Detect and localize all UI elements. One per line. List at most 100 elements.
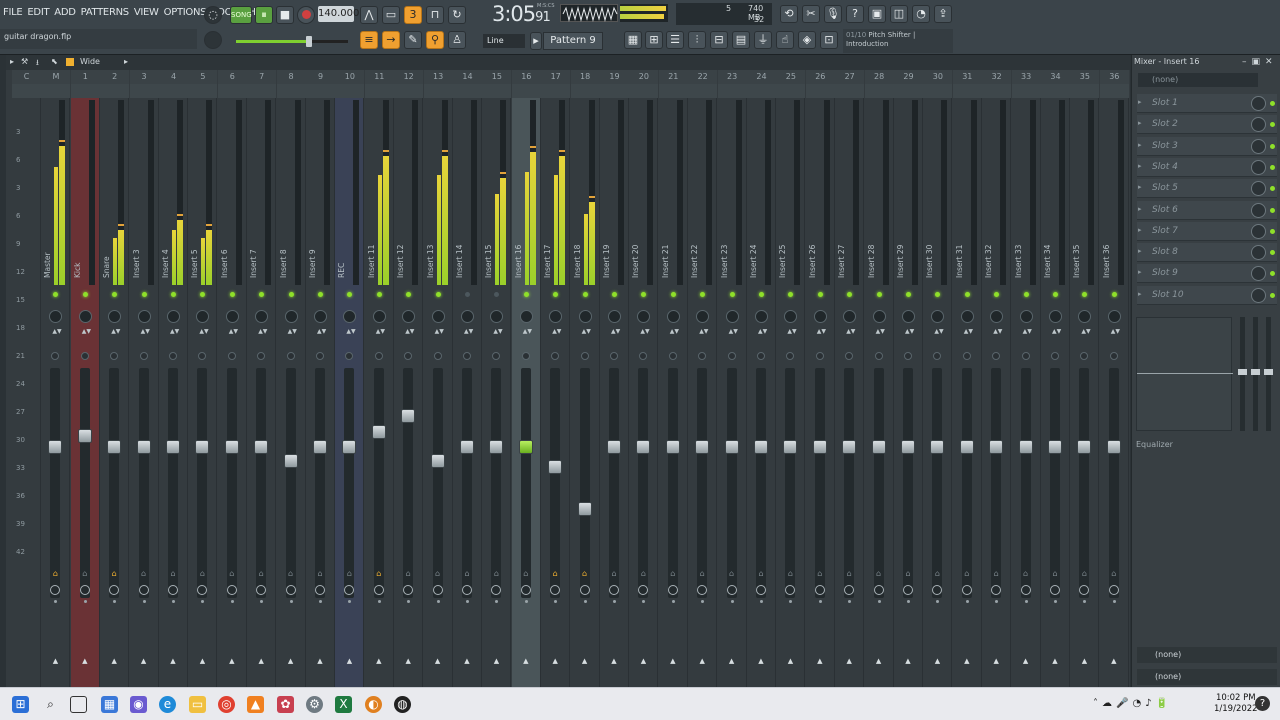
route-arrow-icon[interactable]: ▲ [757, 658, 765, 665]
pan-knob[interactable] [931, 310, 945, 323]
fader-track[interactable] [168, 368, 178, 598]
stop-button[interactable]: ■ [276, 6, 294, 24]
mute-led-icon[interactable] [465, 292, 470, 297]
mixer-strip[interactable]: 24 Insert 24 ▲▼ ⌂ ▲ [747, 70, 776, 687]
mixer-strip[interactable]: 28 Insert 28 ▲▼ ⌂ ▲ [864, 70, 894, 687]
fader-track[interactable] [432, 368, 443, 598]
mixer-strip[interactable]: 19 Insert 19 ▲▼ ⌂ ▲ [600, 70, 629, 687]
track-name[interactable]: Insert 24 [749, 245, 758, 278]
volume-fader[interactable] [548, 460, 563, 475]
fader-track[interactable] [579, 368, 590, 598]
route-dot[interactable] [965, 600, 969, 603]
stereo-knob[interactable] [227, 352, 236, 360]
stereo-arrows-icon[interactable]: ▲▼ [111, 328, 120, 342]
mixer-strip[interactable]: 30 Insert 30 ▲▼ ⌂ ▲ [923, 70, 953, 687]
fx-slot[interactable]: ▸ Slot 9 [1137, 264, 1277, 284]
fader-track[interactable] [1020, 368, 1031, 598]
route-arrow-icon[interactable]: ▲ [610, 658, 618, 665]
volume-fader[interactable] [607, 439, 621, 454]
pan-knob[interactable] [843, 310, 857, 323]
send-icon[interactable]: ⌂ [404, 570, 412, 578]
menu-add[interactable]: ADD [54, 7, 76, 18]
stereo-knob[interactable] [433, 352, 442, 360]
stereo-arrows-icon[interactable]: ▲▼ [52, 328, 61, 342]
metronome-icon[interactable]: ⋀ [360, 6, 378, 24]
route-dot[interactable] [230, 600, 234, 603]
volume-fader[interactable] [901, 439, 915, 454]
track-name[interactable]: Insert 22 [690, 245, 699, 278]
save-icon[interactable]: ▣ [868, 5, 886, 23]
cursor-icon[interactable]: ⬉ [51, 57, 58, 66]
route-knob[interactable] [432, 585, 443, 595]
stereo-knob[interactable] [1109, 352, 1118, 360]
mixer-strip[interactable]: 18 Insert 18 ▲▼ ⌂ ▲ [570, 70, 600, 687]
send-icon[interactable]: ⌂ [198, 570, 206, 578]
track-name[interactable]: Insert 32 [984, 245, 993, 278]
task-view-icon[interactable] [70, 696, 87, 713]
slot-expand-icon[interactable]: ▸ [1138, 141, 1142, 149]
mixer-strip[interactable]: 2 Snare ▲▼ ⌂ ▲ [100, 70, 130, 687]
route-dot[interactable] [818, 600, 822, 603]
route-arrow-icon[interactable]: ▲ [551, 658, 559, 665]
fx-slot[interactable]: ▸ Slot 1 [1137, 94, 1277, 113]
cut-icon[interactable]: ✂ [802, 5, 820, 23]
stereo-arrows-icon[interactable]: ▲▼ [523, 328, 532, 342]
system-tray[interactable]: ˄☁🎤◔♪🔋 [1093, 698, 1172, 709]
pan-knob[interactable] [666, 310, 680, 323]
volume-fader[interactable] [930, 439, 945, 454]
view-icon[interactable]: ◈ [798, 31, 816, 49]
route-knob[interactable] [315, 585, 325, 595]
route-dot[interactable] [113, 600, 117, 603]
send-icon[interactable]: ⌂ [375, 570, 383, 578]
slot-mix-knob[interactable] [1251, 117, 1266, 133]
volume-fader[interactable] [342, 439, 357, 454]
route-knob[interactable] [1050, 585, 1060, 595]
stereo-knob[interactable] [110, 352, 119, 360]
send-icon[interactable]: ⌂ [728, 570, 736, 578]
stereo-knob[interactable] [492, 352, 501, 360]
stereo-arrows-icon[interactable]: ▲▼ [1023, 328, 1032, 342]
route-knob[interactable] [903, 585, 913, 595]
route-knob[interactable] [756, 585, 766, 595]
volume-fader[interactable] [1077, 439, 1092, 454]
track-name[interactable]: Insert 19 [602, 245, 611, 278]
slot-mix-knob[interactable] [1251, 202, 1266, 218]
mute-led-icon[interactable] [259, 292, 265, 297]
send-icon[interactable]: ⌂ [816, 570, 824, 578]
stereo-knob[interactable] [374, 352, 383, 360]
pan-knob[interactable] [696, 310, 710, 323]
send-icon[interactable]: ⌂ [81, 570, 89, 578]
fader-track[interactable] [726, 368, 737, 598]
menu-options[interactable]: OPTIONS [164, 7, 207, 18]
mute-led-icon[interactable] [82, 292, 88, 297]
send-icon[interactable]: ⌂ [316, 570, 324, 578]
fader-track[interactable] [814, 368, 825, 598]
volume-fader[interactable] [636, 439, 651, 454]
track-name[interactable]: Insert 28 [867, 245, 876, 278]
stereo-arrows-icon[interactable]: ▲▼ [934, 328, 943, 342]
mute-led-icon[interactable] [817, 292, 823, 297]
send-icon[interactable]: ⌂ [257, 570, 265, 578]
route-dot[interactable] [642, 600, 646, 603]
mute-led-icon[interactable] [53, 292, 59, 297]
mute-led-icon[interactable] [994, 292, 1000, 297]
route-arrow-icon[interactable]: ▲ [875, 658, 883, 665]
chrome-icon[interactable]: ◎ [218, 696, 235, 713]
stereo-arrows-icon[interactable]: ▲▼ [317, 328, 326, 342]
fader-track[interactable] [785, 368, 796, 598]
route-dot[interactable] [172, 600, 175, 603]
tempo-display[interactable]: 140.000 [318, 6, 359, 22]
volume-fader[interactable] [1048, 439, 1062, 454]
pan-knob[interactable] [784, 310, 798, 323]
volume-fader[interactable] [665, 439, 680, 454]
help-icon[interactable]: ? [846, 5, 864, 23]
mixer-strip[interactable]: 36 Insert 36 ▲▼ ⌂ ▲ [1099, 70, 1129, 687]
send-icon[interactable]: ⌂ [786, 570, 794, 578]
route-dot[interactable] [260, 600, 264, 603]
route-dot[interactable] [877, 600, 881, 603]
route-arrow-icon[interactable]: ▲ [375, 658, 383, 665]
slot-enable-led-icon[interactable] [1270, 164, 1275, 170]
pan-knob[interactable] [990, 310, 1004, 323]
fx-slot[interactable]: ▸ Slot 4 [1137, 157, 1277, 177]
pan-knob[interactable] [49, 310, 63, 323]
